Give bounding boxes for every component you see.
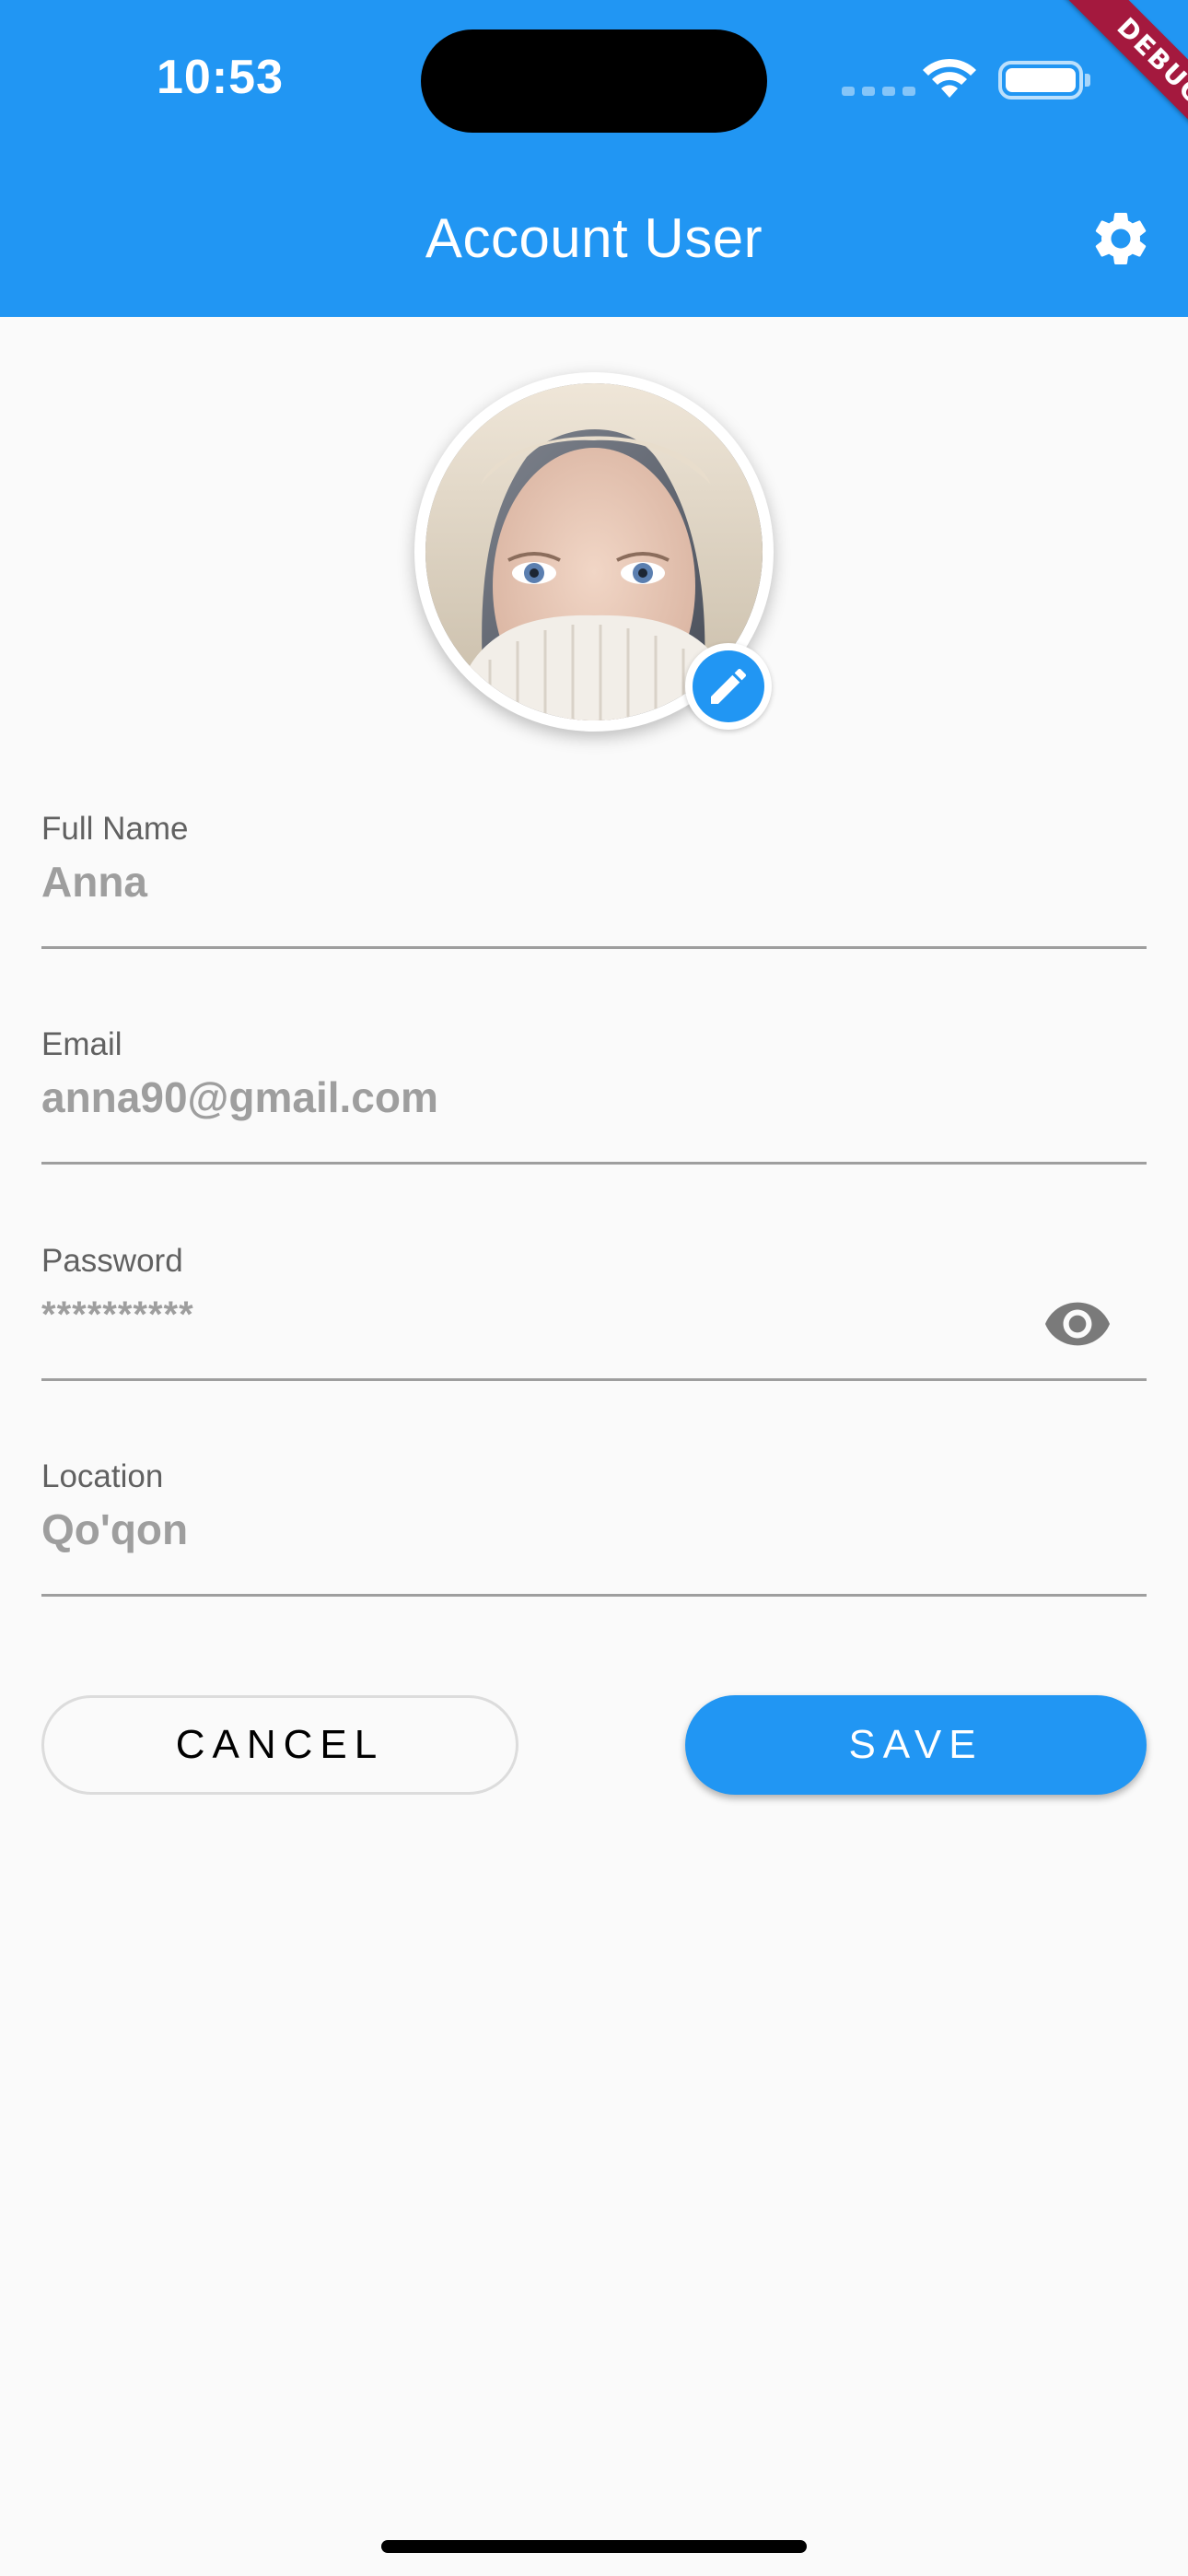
status-time: 10:53 — [157, 51, 284, 104]
location-value: Qo'qon — [41, 1505, 189, 1553]
edit-avatar-button[interactable] — [685, 643, 772, 730]
battery-icon — [998, 61, 1090, 100]
save-button[interactable]: SAVE — [685, 1695, 1147, 1795]
location-field[interactable]: Location Qo'qon — [41, 1458, 1147, 1597]
email-value: anna90@gmail.com — [41, 1073, 438, 1121]
home-indicator — [381, 2540, 807, 2553]
edit-avatar-circle — [693, 650, 764, 722]
full-name-field[interactable]: Full Name Anna — [41, 811, 1147, 949]
page-title: Account User — [425, 207, 763, 269]
email-label: Email — [41, 1026, 122, 1062]
password-field[interactable]: Password ********** — [41, 1243, 1147, 1381]
location-label: Location — [41, 1458, 164, 1494]
cellular-signal-icon — [842, 87, 915, 96]
wifi-icon — [923, 58, 976, 98]
email-field[interactable]: Email anna90@gmail.com — [41, 1026, 1147, 1165]
gear-icon — [1095, 212, 1147, 264]
toggle-password-visibility-button[interactable] — [1045, 1302, 1119, 1357]
password-label: Password — [41, 1243, 183, 1279]
eye-icon — [1045, 1302, 1110, 1346]
dynamic-island — [421, 29, 767, 133]
settings-button[interactable] — [1089, 206, 1153, 271]
password-value: ********** — [41, 1294, 194, 1335]
full-name-value: Anna — [41, 858, 147, 906]
full-name-label: Full Name — [41, 811, 189, 847]
app-bar: 10:53 DEBUG Account User — [0, 0, 1188, 317]
pencil-icon — [710, 668, 747, 705]
cancel-button[interactable]: CANCEL — [41, 1695, 518, 1795]
